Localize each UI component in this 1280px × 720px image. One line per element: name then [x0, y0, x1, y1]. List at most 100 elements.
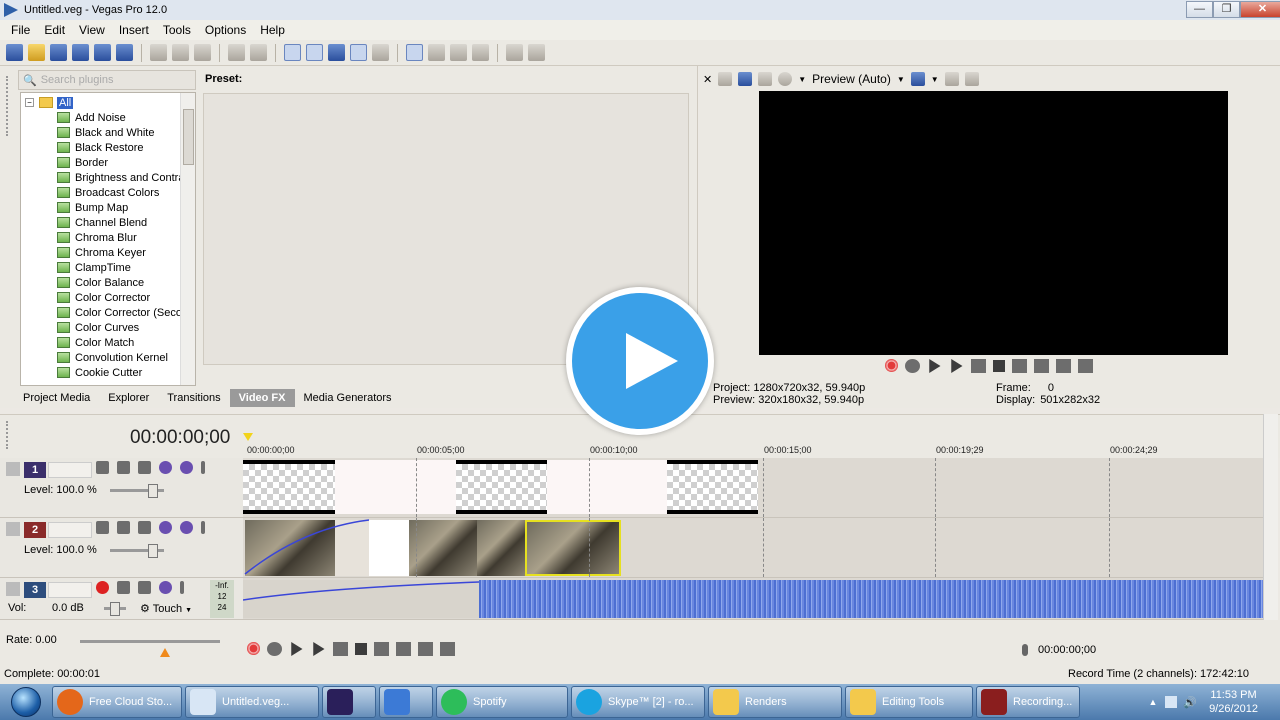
tab-media-generators[interactable]: Media Generators: [295, 389, 401, 407]
automation-mode[interactable]: ⚙ Touch ▼: [140, 602, 192, 615]
volume-slider[interactable]: [104, 602, 126, 616]
solo-icon[interactable]: [180, 581, 184, 594]
pause-icon[interactable]: [971, 359, 986, 373]
chevron-down-icon[interactable]: ▼: [897, 75, 905, 84]
panel-grip[interactable]: [6, 76, 8, 136]
panel-grip[interactable]: [6, 421, 8, 449]
render-icon[interactable]: [94, 44, 111, 61]
save-snapshot-icon[interactable]: [964, 72, 979, 86]
mute-icon[interactable]: [180, 521, 193, 534]
track-fx-icon[interactable]: [138, 581, 151, 594]
stop-icon[interactable]: [993, 360, 1005, 372]
start-button[interactable]: [0, 684, 52, 720]
track-lane-2[interactable]: [243, 518, 1263, 578]
track-level-slider[interactable]: [110, 484, 164, 498]
track-minimize-icon[interactable]: [6, 462, 20, 476]
taskbar-item-pinned-app[interactable]: [379, 686, 433, 718]
solo-icon[interactable]: [201, 461, 205, 474]
track-motion-icon[interactable]: [117, 521, 130, 534]
ignore-grouping-icon[interactable]: [328, 44, 345, 61]
paste-icon[interactable]: [194, 44, 211, 61]
clock[interactable]: 11:53 PM 9/26/2012: [1209, 688, 1258, 716]
loop-icon[interactable]: [267, 642, 282, 656]
bypass-motion-blur-icon[interactable]: [159, 461, 172, 474]
properties-icon[interactable]: [116, 44, 133, 61]
collapse-icon[interactable]: −: [25, 98, 34, 107]
timeline-vertical-scrollbar[interactable]: [1263, 414, 1278, 620]
video-clip[interactable]: [456, 460, 547, 514]
save-as-icon[interactable]: [72, 44, 89, 61]
copy-snapshot-icon[interactable]: [944, 72, 959, 86]
previous-frame-icon[interactable]: [418, 642, 433, 656]
undo-icon[interactable]: [228, 44, 245, 61]
new-project-icon[interactable]: [6, 44, 23, 61]
go-to-end-icon[interactable]: [396, 642, 411, 656]
open-folder-icon[interactable]: [28, 44, 45, 61]
selection-tool-icon[interactable]: [450, 44, 467, 61]
external-monitor-icon[interactable]: [738, 72, 753, 86]
menu-file[interactable]: File: [4, 23, 37, 37]
track-name-field[interactable]: [48, 522, 92, 538]
zoom-tool-icon[interactable]: [472, 44, 489, 61]
track-minimize-icon[interactable]: [6, 522, 20, 536]
tree-item[interactable]: Border: [57, 155, 108, 170]
tree-item[interactable]: Chroma Keyer: [57, 245, 146, 260]
overlays-icon[interactable]: [910, 72, 925, 86]
track-level-slider[interactable]: [110, 544, 164, 558]
video-clip[interactable]: [409, 520, 477, 576]
stop-icon[interactable]: [355, 643, 367, 655]
rate-slider[interactable]: [80, 640, 220, 643]
scroll-thumb[interactable]: [183, 109, 194, 165]
menu-tools[interactable]: Tools: [156, 23, 198, 37]
taskbar-item-renders-folder[interactable]: Renders: [708, 686, 842, 718]
next-frame-icon[interactable]: [440, 642, 455, 656]
tree-item[interactable]: Convolution Kernel: [57, 350, 168, 365]
tree-item[interactable]: Channel Blend: [57, 215, 147, 230]
arm-record-icon[interactable]: [96, 581, 109, 594]
minimize-button[interactable]: —: [1186, 1, 1213, 18]
menu-view[interactable]: View: [72, 23, 112, 37]
tree-item[interactable]: Color Balance: [57, 275, 144, 290]
track-minimize-icon[interactable]: [6, 582, 20, 596]
redo-icon[interactable]: [250, 44, 267, 61]
bypass-motion-blur-icon[interactable]: [159, 521, 172, 534]
tree-item[interactable]: Broadcast Colors: [57, 185, 159, 200]
play-icon[interactable]: [951, 359, 963, 373]
volume-icon[interactable]: 🔊: [1183, 696, 1197, 709]
menu-options[interactable]: Options: [198, 23, 253, 37]
menu-edit[interactable]: Edit: [37, 23, 72, 37]
solo-icon[interactable]: [201, 521, 205, 534]
tree-item[interactable]: Color Match: [57, 335, 134, 350]
track-fx-icon[interactable]: [138, 461, 151, 474]
play-from-start-icon[interactable]: [929, 359, 941, 373]
previous-frame-icon[interactable]: [1056, 359, 1071, 373]
mute-icon[interactable]: [159, 581, 172, 594]
loop-icon[interactable]: [905, 359, 920, 373]
video-play-overlay[interactable]: [566, 287, 714, 435]
tree-item[interactable]: ClampTime: [57, 260, 131, 275]
rate-handle-icon[interactable]: [160, 648, 170, 657]
chevron-down-icon[interactable]: ▼: [798, 75, 806, 84]
video-clip[interactable]: [547, 460, 667, 514]
taskbar-item-after-effects[interactable]: [322, 686, 376, 718]
go-to-start-icon[interactable]: [374, 642, 389, 656]
what-is-this-icon[interactable]: [528, 44, 545, 61]
track-name-field[interactable]: [48, 462, 92, 478]
record-icon[interactable]: [247, 642, 260, 655]
opacity-envelope[interactable]: [243, 518, 413, 578]
tree-item[interactable]: Black Restore: [57, 140, 143, 155]
auto-ripple-icon[interactable]: [284, 44, 301, 61]
show-hidden-icons-icon[interactable]: ▲: [1148, 697, 1157, 707]
trim-tool-icon[interactable]: [506, 44, 523, 61]
taskbar-item-skype[interactable]: Skype™ [2] - ro...: [571, 686, 705, 718]
menu-insert[interactable]: Insert: [112, 23, 156, 37]
selected-video-clip[interactable]: [525, 520, 621, 576]
preview-quality-select[interactable]: Preview (Auto): [812, 72, 891, 86]
maximize-button[interactable]: ❐: [1213, 1, 1240, 18]
timeline-ruler[interactable]: 00:00:00;00 00:00:05;00 00:00:10;00 00:0…: [243, 415, 1263, 459]
tree-item[interactable]: Add Noise: [57, 110, 126, 125]
video-clip[interactable]: [477, 520, 525, 576]
track-lane-3[interactable]: [243, 578, 1263, 620]
microphone-icon[interactable]: [1022, 644, 1028, 656]
video-clip[interactable]: [243, 460, 335, 514]
